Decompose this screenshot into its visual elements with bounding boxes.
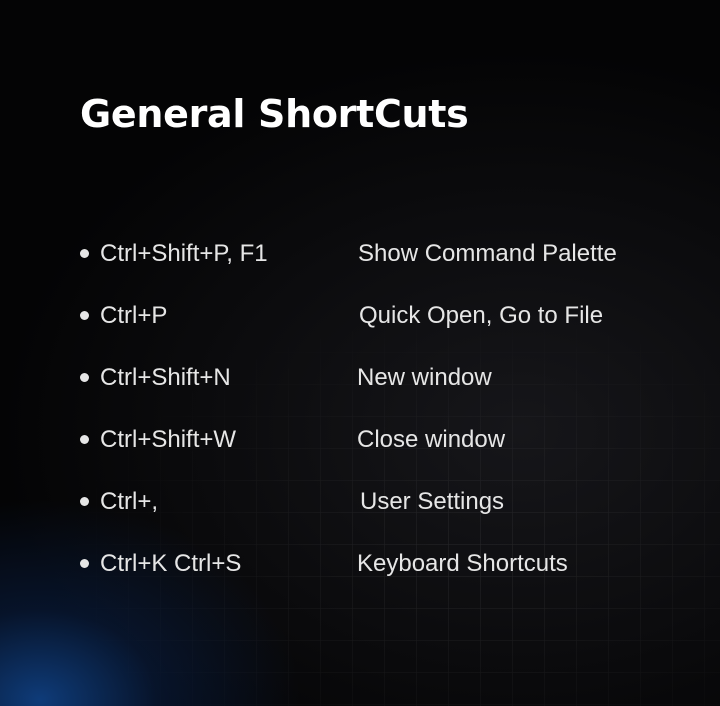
- shortcut-action: Keyboard Shortcuts: [357, 550, 568, 577]
- shortcut-action: Close window: [357, 426, 506, 453]
- bullet-icon: [80, 249, 89, 258]
- bullet-icon: [80, 497, 89, 506]
- shortcut-row-new-window: Ctrl+Shift+N New window: [78, 356, 708, 418]
- shortcut-keys: Ctrl+K Ctrl+S: [100, 550, 242, 577]
- shortcut-action: User Settings: [360, 488, 505, 515]
- shortcut-row-command-palette: Ctrl+Shift+P, F1 Show Command Palette: [78, 232, 708, 294]
- shortcut-keys: Ctrl+Shift+W: [100, 426, 237, 453]
- bullet-icon: [80, 373, 89, 382]
- shortcut-action: Show Command Palette: [358, 240, 617, 267]
- shortcut-list: Ctrl+Shift+P, F1 Show Command Palette Ct…: [78, 232, 708, 604]
- bullet-icon: [80, 435, 89, 444]
- shortcut-keys: Ctrl+P: [100, 302, 168, 329]
- shortcut-keys: Ctrl+,: [100, 488, 159, 515]
- page-title: General ShortCuts: [80, 92, 469, 136]
- bullet-icon: [80, 559, 89, 568]
- shortcut-action: Quick Open, Go to File: [359, 302, 604, 329]
- shortcut-keys: Ctrl+Shift+P, F1: [100, 240, 268, 267]
- bullet-icon: [80, 311, 89, 320]
- shortcut-keys: Ctrl+Shift+N: [100, 364, 231, 391]
- shortcut-row-user-settings: Ctrl+, User Settings: [78, 480, 708, 542]
- shortcut-row-quick-open: Ctrl+P Quick Open, Go to File: [78, 294, 708, 356]
- shortcut-action: New window: [357, 364, 492, 391]
- shortcut-row-close-window: Ctrl+Shift+W Close window: [78, 418, 708, 480]
- slide-canvas: General ShortCuts Ctrl+Shift+P, F1 Show …: [0, 0, 720, 706]
- shortcut-row-keyboard-shortcuts: Ctrl+K Ctrl+S Keyboard Shortcuts: [78, 542, 708, 604]
